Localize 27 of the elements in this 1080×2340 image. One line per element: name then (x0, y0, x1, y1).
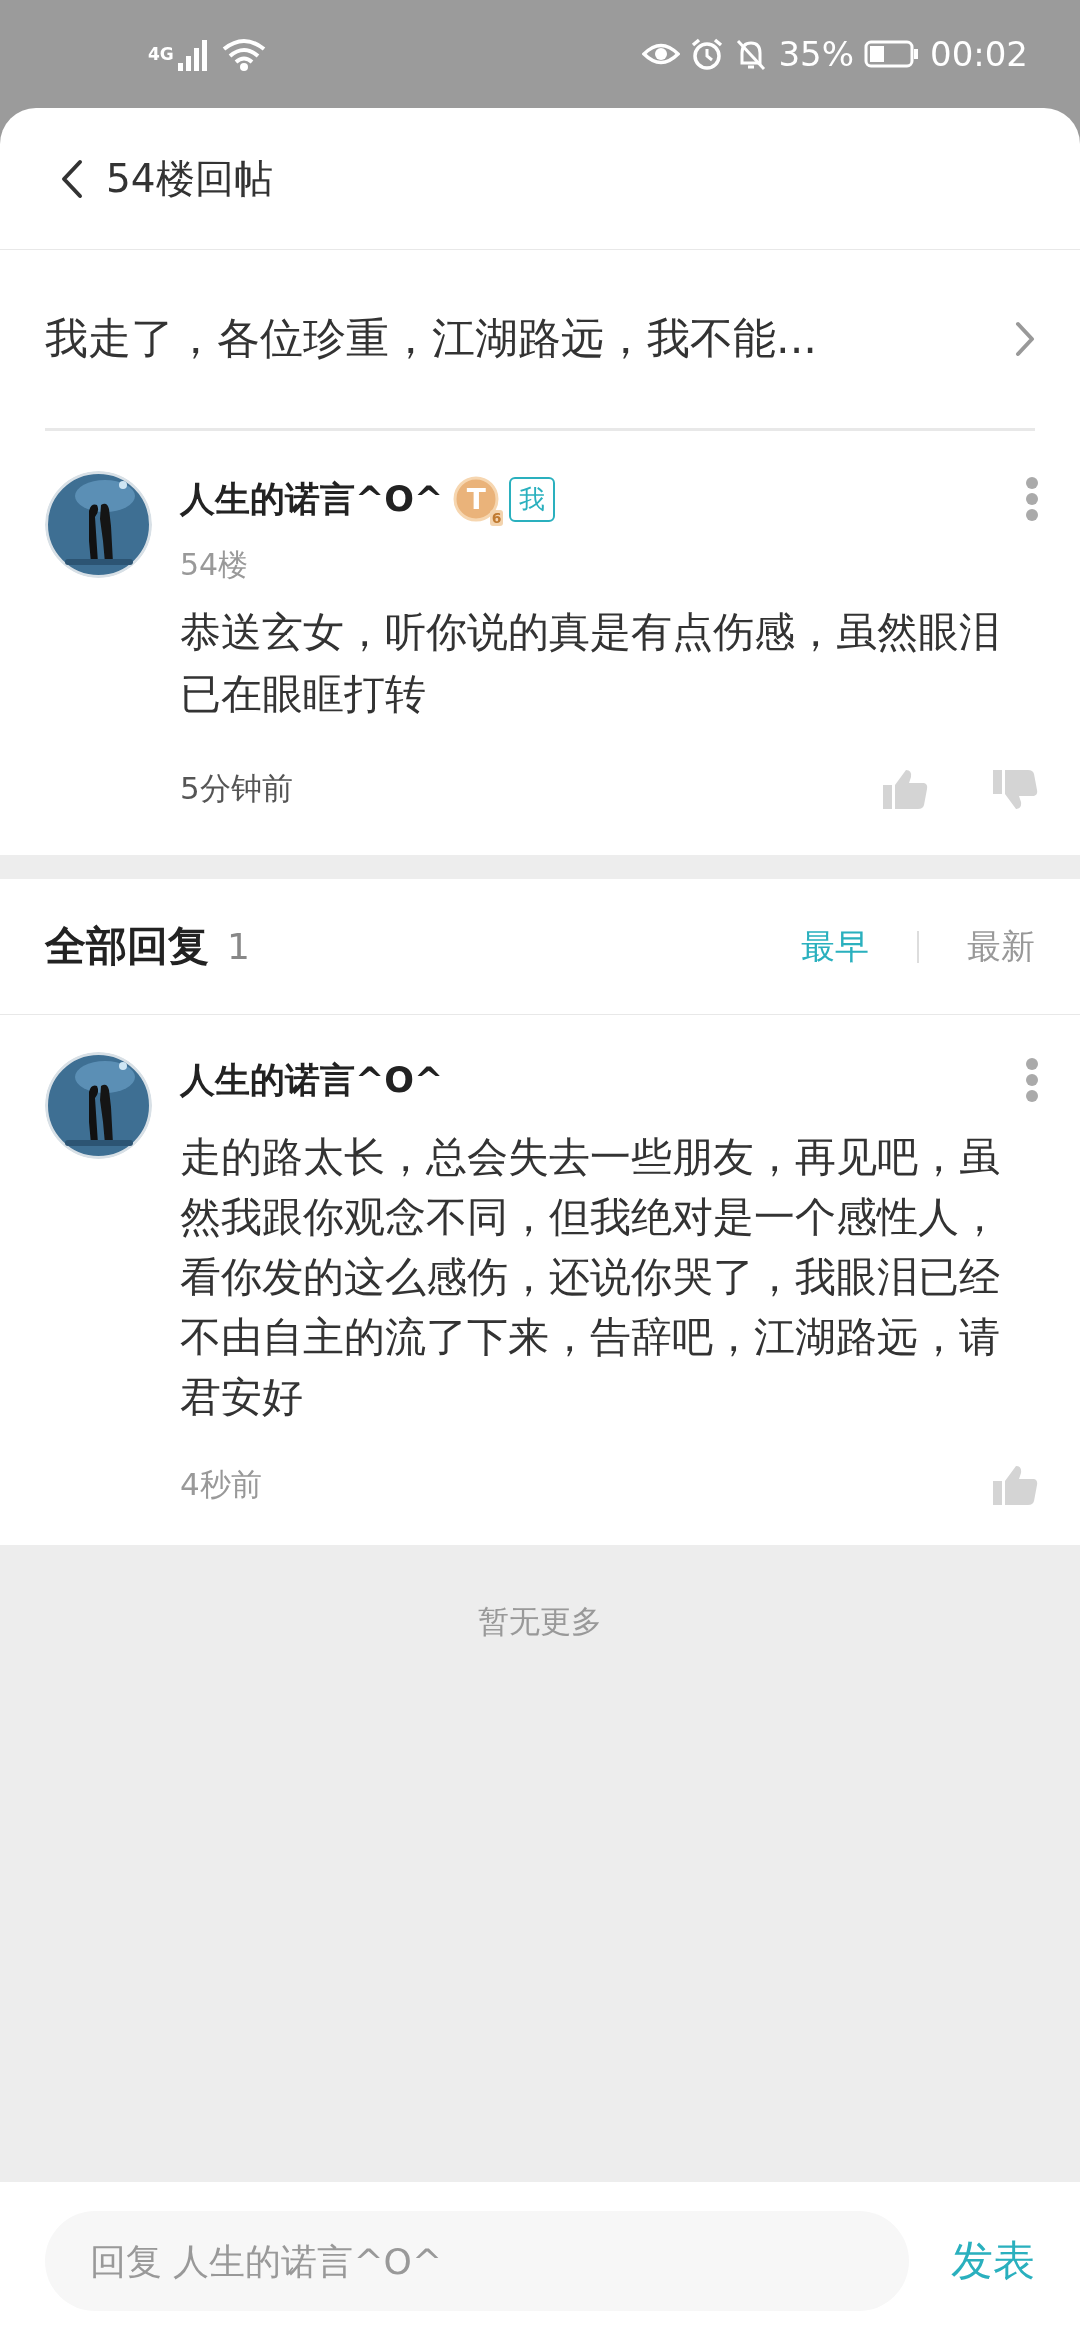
username: 人生的诺言^O^ (180, 477, 444, 521)
page-title: 54楼回帖 (106, 154, 273, 203)
reply-time: 4秒前 (180, 1465, 262, 1504)
section-title: 全部回复 (45, 921, 209, 972)
reply-content: 走的路太长，总会失去一些朋友，再见吧，虽然我跟你观念不同，但我绝对是一个感性人，看你发的这么感伤，还说你哭了，我眼泪已经不由自主的流了下来，告辞吧，江湖路远，请君安好 (180, 1132, 1001, 1423)
username: 人生的诺言^O^ (180, 1058, 444, 1102)
clock-time: 00:02 (930, 34, 1028, 74)
post-content: 恭送玄女，听你说的真是有点伤感，虽然眼泪已在眼眶打转 (180, 607, 1001, 720)
network-label: 4G (148, 44, 174, 64)
sort-tab[interactable]: 最新 (967, 923, 1035, 970)
chevron-right-icon[interactable] (1015, 321, 1035, 357)
reply-input-field[interactable]: 回复 人生的诺言^O^ (45, 2211, 909, 2311)
wifi-icon (221, 37, 266, 71)
post-time: 5分钟前 (180, 769, 293, 808)
back-icon[interactable] (60, 158, 84, 199)
battery-icon (864, 40, 920, 68)
end-of-list-note: 暂无更多 (478, 1602, 602, 1641)
floor-number: 54楼 (180, 546, 250, 584)
sort-tab[interactable]: 最早 (801, 923, 869, 970)
author-tag: 我 (509, 476, 556, 522)
send-button[interactable]: 发表 (951, 2233, 1035, 2289)
reply-count: 1 (227, 926, 250, 967)
more-icon[interactable] (1024, 476, 1040, 522)
battery-percent: 35% (778, 34, 854, 74)
post-title-link[interactable]: 我走了，各位珍重，江湖路远，我不能... (45, 310, 817, 368)
more-icon[interactable] (1024, 1057, 1040, 1103)
alarm-icon (690, 37, 725, 71)
